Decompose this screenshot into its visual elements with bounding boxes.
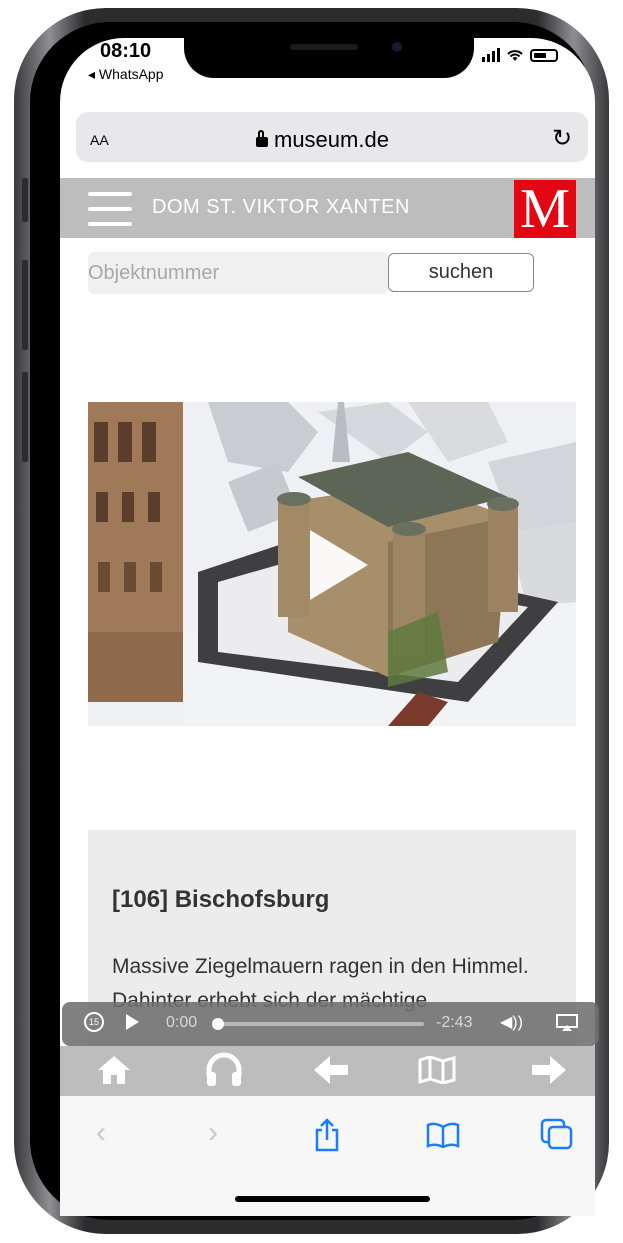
speaker-grille: [290, 44, 358, 50]
skip-back-15-icon[interactable]: 15: [84, 1012, 104, 1032]
forward-icon[interactable]: ›: [208, 1116, 218, 1150]
arrow-right-icon[interactable]: [530, 1054, 568, 1091]
url-text: museum.de: [274, 127, 389, 152]
volume-icon[interactable]: ◀)): [500, 1012, 523, 1032]
back-icon[interactable]: ‹: [96, 1116, 106, 1150]
volume-down-button: [22, 372, 28, 462]
tabs-icon[interactable]: [540, 1118, 574, 1155]
share-icon[interactable]: [314, 1118, 340, 1157]
home-icon[interactable]: [96, 1054, 132, 1091]
status-icons: [482, 48, 558, 62]
notch: [184, 28, 474, 78]
battery-icon: [530, 48, 558, 62]
front-camera: [392, 42, 402, 52]
wifi-icon: [507, 50, 523, 61]
lock-icon: [256, 130, 268, 147]
volume-up-button: [22, 260, 28, 350]
mute-switch: [22, 178, 28, 222]
remaining-time: -2:43: [436, 1014, 473, 1031]
headphones-icon[interactable]: [204, 1052, 244, 1093]
search-button[interactable]: suchen: [388, 253, 534, 292]
airplay-icon[interactable]: [556, 1014, 578, 1037]
home-indicator[interactable]: [235, 1196, 430, 1202]
museum-logo[interactable]: M: [514, 180, 576, 238]
site-title[interactable]: DOM ST. VIKTOR XANTEN: [152, 196, 410, 219]
signal-icon: [482, 48, 500, 62]
object-number-input[interactable]: [88, 252, 388, 294]
audio-play-icon[interactable]: [126, 1014, 139, 1030]
audio-progress-knob[interactable]: [212, 1018, 224, 1030]
status-time: 08:10: [100, 40, 152, 62]
play-icon[interactable]: [310, 530, 368, 600]
current-time: 0:00: [166, 1014, 198, 1031]
map-icon[interactable]: [418, 1055, 456, 1089]
arrow-left-icon[interactable]: [312, 1054, 350, 1091]
text-size-label: AA: [90, 132, 109, 148]
reload-icon[interactable]: ↻: [552, 124, 572, 153]
object-title: [106] Bischofsburg: [112, 886, 330, 913]
back-to-app-link[interactable]: ◂ WhatsApp: [88, 66, 164, 83]
bookmarks-icon[interactable]: [426, 1122, 460, 1153]
hamburger-menu-icon[interactable]: [88, 192, 132, 226]
audio-progress-track[interactable]: [218, 1022, 424, 1026]
text-size-button[interactable]: AA: [90, 128, 109, 151]
url-display[interactable]: museum.de: [256, 127, 389, 153]
